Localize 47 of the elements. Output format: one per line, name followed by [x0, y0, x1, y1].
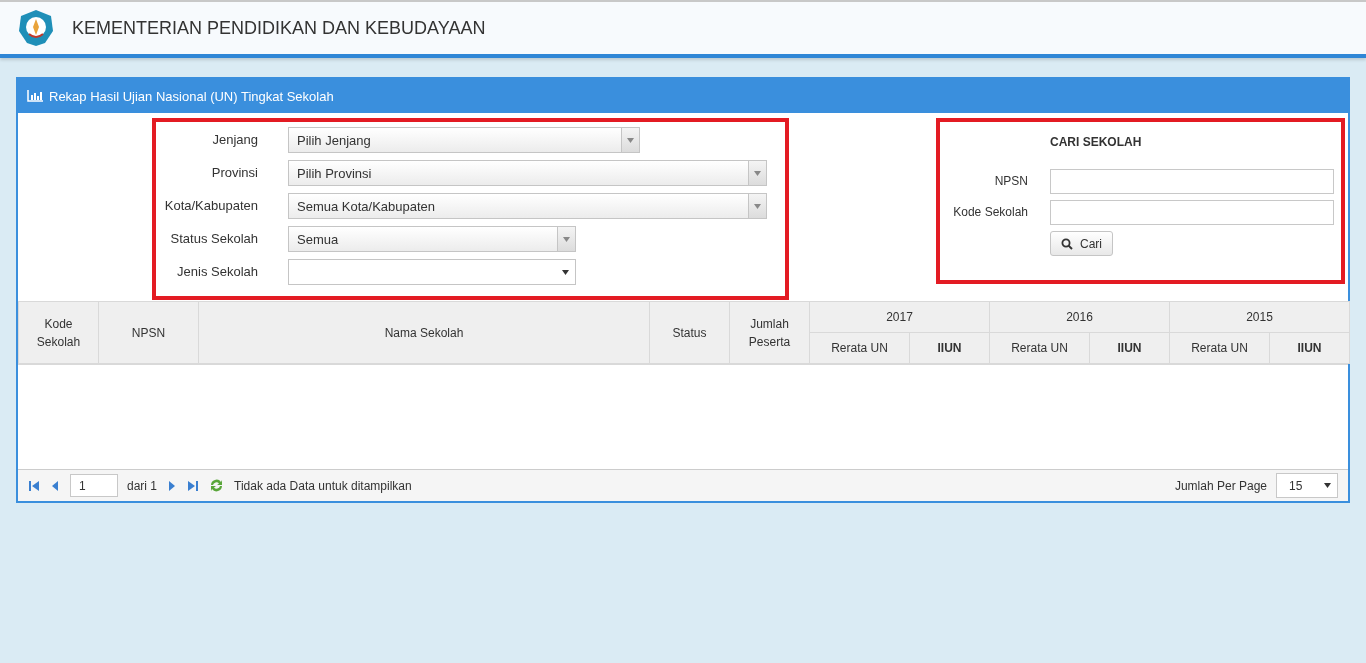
field-label: Status Sekolah: [169, 230, 258, 246]
search-title: CARI SEKOLAH: [1050, 135, 1143, 149]
dropdown[interactable]: Semua Kota/Kabupaten: [288, 193, 767, 219]
last-page-icon[interactable]: [187, 479, 200, 492]
per-page-label: Jumlah Per Page: [1174, 478, 1267, 493]
column-header: IIUN: [1089, 332, 1170, 364]
column-header: Rerata UN: [1169, 332, 1270, 364]
column-header: Status: [649, 301, 730, 364]
caret-icon: [754, 170, 761, 176]
search-icon: [1061, 237, 1073, 250]
field-label: NPSN: [993, 173, 1028, 190]
bar-chart-icon: [27, 90, 43, 102]
column-header: 2017: [809, 301, 990, 333]
page-input[interactable]: 1: [70, 474, 118, 497]
caret-icon: [562, 269, 569, 275]
input-field[interactable]: [1050, 200, 1334, 225]
status-message: Tidak ada Data untuk ditampilkan: [234, 478, 412, 493]
first-page-icon[interactable]: [28, 479, 40, 492]
caret-icon: [627, 137, 634, 143]
field-label: Kode Sekolah: [952, 204, 1028, 221]
emblem-logo: [17, 9, 55, 47]
per-page-dropdown[interactable]: 15: [1276, 473, 1338, 498]
dropdown[interactable]: Pilih Jenjang: [288, 127, 640, 153]
dropdown[interactable]: Semua: [288, 226, 576, 252]
column-header: 2015: [1169, 301, 1350, 333]
column-header: NPSN: [98, 301, 199, 364]
input-field[interactable]: [1050, 169, 1334, 194]
dropdown[interactable]: Pilih Provinsi: [288, 160, 767, 186]
column-header: 2016: [989, 301, 1170, 333]
column-header: Jumlah Peserta: [729, 301, 810, 364]
column-header: Kode Sekolah: [18, 301, 99, 364]
caret-icon: [754, 203, 761, 209]
column-header: IIUN: [1269, 332, 1350, 364]
field-label: Kota/Kabupaten: [163, 197, 258, 213]
page-count: dari 1: [127, 478, 158, 493]
field-label: Jenis Sekolah: [176, 263, 258, 279]
column-header: Nama Sekolah: [198, 301, 650, 364]
panel-title: Rekap Hasil Ujian Nasional (UN) Tingkat Sekolah: [49, 88, 334, 104]
column-header: Rerata UN: [989, 332, 1090, 364]
field-label: Provinsi: [210, 164, 258, 180]
caret-icon: [563, 236, 570, 242]
caret-icon: [1324, 483, 1331, 488]
column-header: Rerata UN: [809, 332, 910, 364]
site-title: KEMENTERIAN PENDIDIKAN DAN KEBUDAYAAN: [72, 17, 486, 39]
search-button[interactable]: Cari: [1050, 231, 1113, 256]
field-label: Jenjang: [211, 131, 258, 147]
column-header: IIUN: [909, 332, 990, 364]
